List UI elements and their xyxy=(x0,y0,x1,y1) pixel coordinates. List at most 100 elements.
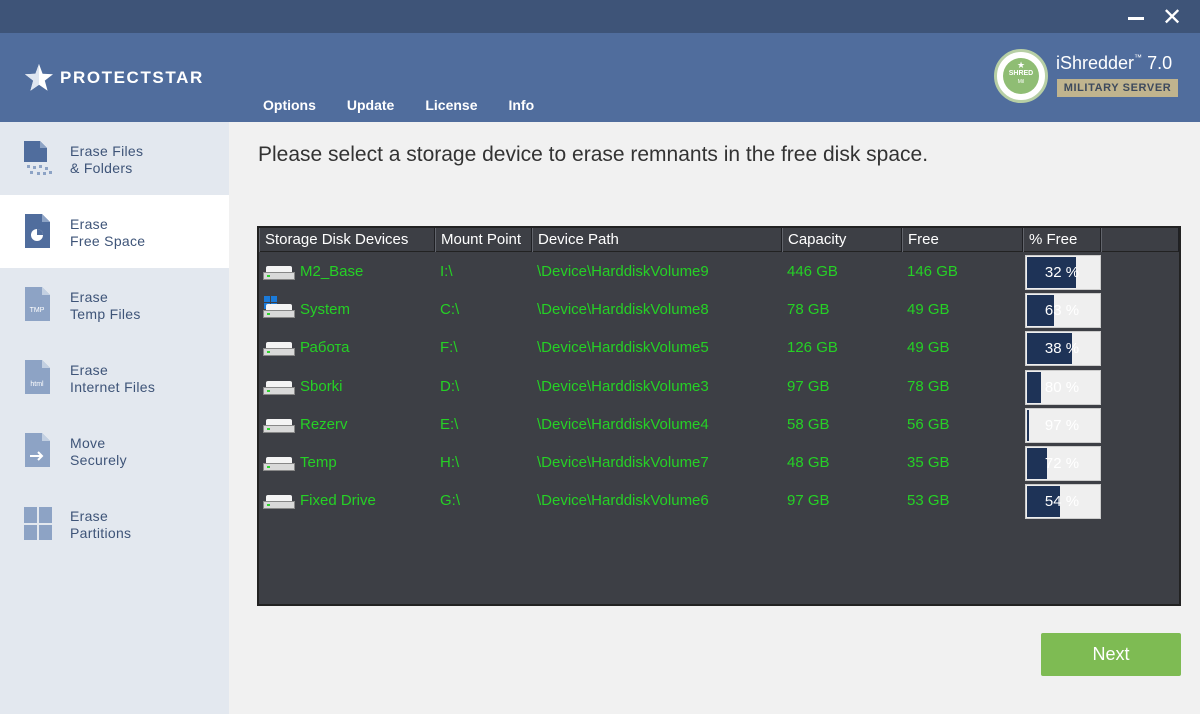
device-path: \Device\HarddiskVolume8 xyxy=(537,301,709,319)
capacity: 126 GB xyxy=(787,339,838,357)
sidebar-item-erase-temp-files[interactable]: TMP Erase Temp Files xyxy=(0,268,229,341)
free-space: 49 GB xyxy=(907,301,950,319)
percent-free-label: 38 % xyxy=(1044,340,1080,358)
temp-badge: TMP xyxy=(30,307,45,314)
table-row[interactable]: M2_Base I:\ \Device\HarddiskVolume9 446 GB 1… xyxy=(259,253,1179,291)
seal-word: SHRED xyxy=(1008,70,1034,77)
close-button[interactable]: ✕ xyxy=(1161,5,1183,29)
sidebar: Erase Files & Folders Erase Free Space T… xyxy=(0,122,229,714)
percent-free-bar: 80 % xyxy=(1025,369,1101,405)
capacity: 97 GB xyxy=(787,492,830,510)
capacity: 58 GB xyxy=(787,415,830,433)
table-row[interactable]: Sborki D:\ \Device\HarddiskVolume3 97 GB 78 … xyxy=(259,368,1179,406)
sidebar-label-line1: Erase xyxy=(70,362,109,378)
capacity: 446 GB xyxy=(787,263,838,280)
table-row[interactable]: Rezerv E:\ \Device\HarddiskVolume4 58 GB 56 … xyxy=(259,406,1179,444)
sidebar-item-move-securely[interactable]: Move Securely xyxy=(0,414,229,487)
trademark: ™ xyxy=(1134,53,1143,62)
percent-free-label: 32 % xyxy=(1044,264,1080,281)
sidebar-item-erase-partitions[interactable]: Erase Partitions xyxy=(0,487,229,560)
device-name: Temp xyxy=(300,454,337,471)
menu-options[interactable]: Options xyxy=(263,97,316,113)
device-path: \Device\HarddiskVolume3 xyxy=(537,377,709,395)
sidebar-label-line2: Free Space xyxy=(70,233,146,249)
sidebar-item-label: Move Securely xyxy=(70,435,127,469)
percent-free-label: 54 % xyxy=(1044,493,1080,511)
free-space: 35 GB xyxy=(907,454,950,471)
sidebar-label-line2: Internet Files xyxy=(70,379,156,395)
percent-free-bar: 38 % xyxy=(1025,331,1101,367)
percent-free-bar: 54 % xyxy=(1025,484,1101,520)
sidebar-label-line2: & Folders xyxy=(70,160,133,176)
sidebar-label-line1: Erase xyxy=(70,508,109,524)
top-menu: Options Update License Info xyxy=(263,97,565,113)
device-name: M2_Base xyxy=(300,263,364,280)
sidebar-item-erase-files[interactable]: Erase Files & Folders xyxy=(0,122,229,195)
device-path: \Device\HarddiskVolume4 xyxy=(537,415,709,433)
html-file-icon: html xyxy=(25,360,50,394)
mount-point: G:\ xyxy=(440,492,461,510)
table-row[interactable]: Fixed Drive G:\ \Device\HarddiskVolume6 97 … xyxy=(259,482,1179,520)
product-edition: MILITARY SERVER xyxy=(1057,79,1178,97)
column-header-mount[interactable]: Mount Point xyxy=(435,228,532,252)
shred-seal-icon: ★ SHRED Mil xyxy=(994,49,1048,103)
device-path: \Device\HarddiskVolume9 xyxy=(537,263,709,280)
menu-license[interactable]: License xyxy=(425,97,477,113)
column-header-free[interactable]: Free xyxy=(902,228,1023,252)
sidebar-label-line2: Securely xyxy=(70,452,127,468)
device-name: Fixed Drive xyxy=(300,492,376,510)
device-path: \Device\HarddiskVolume5 xyxy=(537,339,709,357)
free-space: 49 GB xyxy=(907,339,950,357)
sidebar-label-line1: Move xyxy=(70,435,106,451)
star-icon xyxy=(25,64,53,91)
mount-point: H:\ xyxy=(440,454,460,471)
hard-drive-icon xyxy=(263,418,295,435)
hard-drive-icon xyxy=(263,296,295,320)
files-icon xyxy=(24,141,52,175)
sidebar-label-line2: Temp Files xyxy=(70,306,141,322)
free-space: 53 GB xyxy=(907,492,950,510)
product-name: iShredder™ 7.0 xyxy=(1056,53,1172,74)
percent-free-label: 72 % xyxy=(1044,455,1080,472)
free-space-icon xyxy=(25,214,50,248)
device-name: Sborki xyxy=(300,377,343,395)
percent-free-label: 97 % xyxy=(1044,416,1080,434)
mount-point: D:\ xyxy=(440,377,460,395)
free-space: 146 GB xyxy=(907,263,958,280)
column-header-path[interactable]: Device Path xyxy=(532,228,782,252)
column-header-device[interactable]: Storage Disk Devices xyxy=(259,228,435,252)
device-path: \Device\HarddiskVolume6 xyxy=(537,492,709,510)
menu-update[interactable]: Update xyxy=(347,97,394,113)
device-name: Rezerv xyxy=(300,415,348,433)
hard-drive-icon xyxy=(263,266,295,282)
capacity: 97 GB xyxy=(787,377,830,395)
sidebar-item-label: Erase Files & Folders xyxy=(70,143,143,177)
menu-info[interactable]: Info xyxy=(508,97,534,113)
table-row[interactable]: System C:\ \Device\HarddiskVolume8 78 GB 49 … xyxy=(259,291,1179,329)
percent-free-bar: 97 % xyxy=(1025,407,1101,443)
sidebar-item-label: Erase Temp Files xyxy=(70,289,141,323)
next-button[interactable]: Next xyxy=(1041,633,1181,676)
move-file-icon xyxy=(25,433,50,467)
column-header-percent-free[interactable]: % Free xyxy=(1023,228,1101,252)
device-name: System xyxy=(300,301,351,319)
sidebar-item-label: Erase Internet Files xyxy=(70,362,155,396)
percent-free-bar: 32 % xyxy=(1025,255,1101,290)
percent-free-label: 63 % xyxy=(1044,302,1080,320)
html-badge: html xyxy=(30,381,44,388)
page-prompt: Please select a storage device to erase … xyxy=(258,143,929,166)
sidebar-label-line1: Erase xyxy=(70,216,109,232)
storage-device-table: Storage Disk Devices Mount Point Device … xyxy=(257,226,1181,606)
minimize-button[interactable] xyxy=(1125,6,1147,28)
seal-sub: Mil xyxy=(1017,79,1025,85)
table-row[interactable]: Работа F:\ \Device\HarddiskVolume5 126 GB 49… xyxy=(259,329,1179,367)
sidebar-item-erase-internet-files[interactable]: html Erase Internet Files xyxy=(0,341,229,414)
product-version: 7.0 xyxy=(1147,53,1173,73)
table-row[interactable]: Temp H:\ \Device\HarddiskVolume7 48 GB 35 GB… xyxy=(259,444,1179,482)
column-header-capacity[interactable]: Capacity xyxy=(782,228,902,252)
window-titlebar: ✕ xyxy=(0,0,1200,33)
percent-free-label: 80 % xyxy=(1044,378,1080,396)
sidebar-item-erase-free-space[interactable]: Erase Free Space xyxy=(0,195,229,268)
temp-file-icon: TMP xyxy=(25,287,50,321)
table-header: Storage Disk Devices Mount Point Device … xyxy=(259,228,1179,252)
